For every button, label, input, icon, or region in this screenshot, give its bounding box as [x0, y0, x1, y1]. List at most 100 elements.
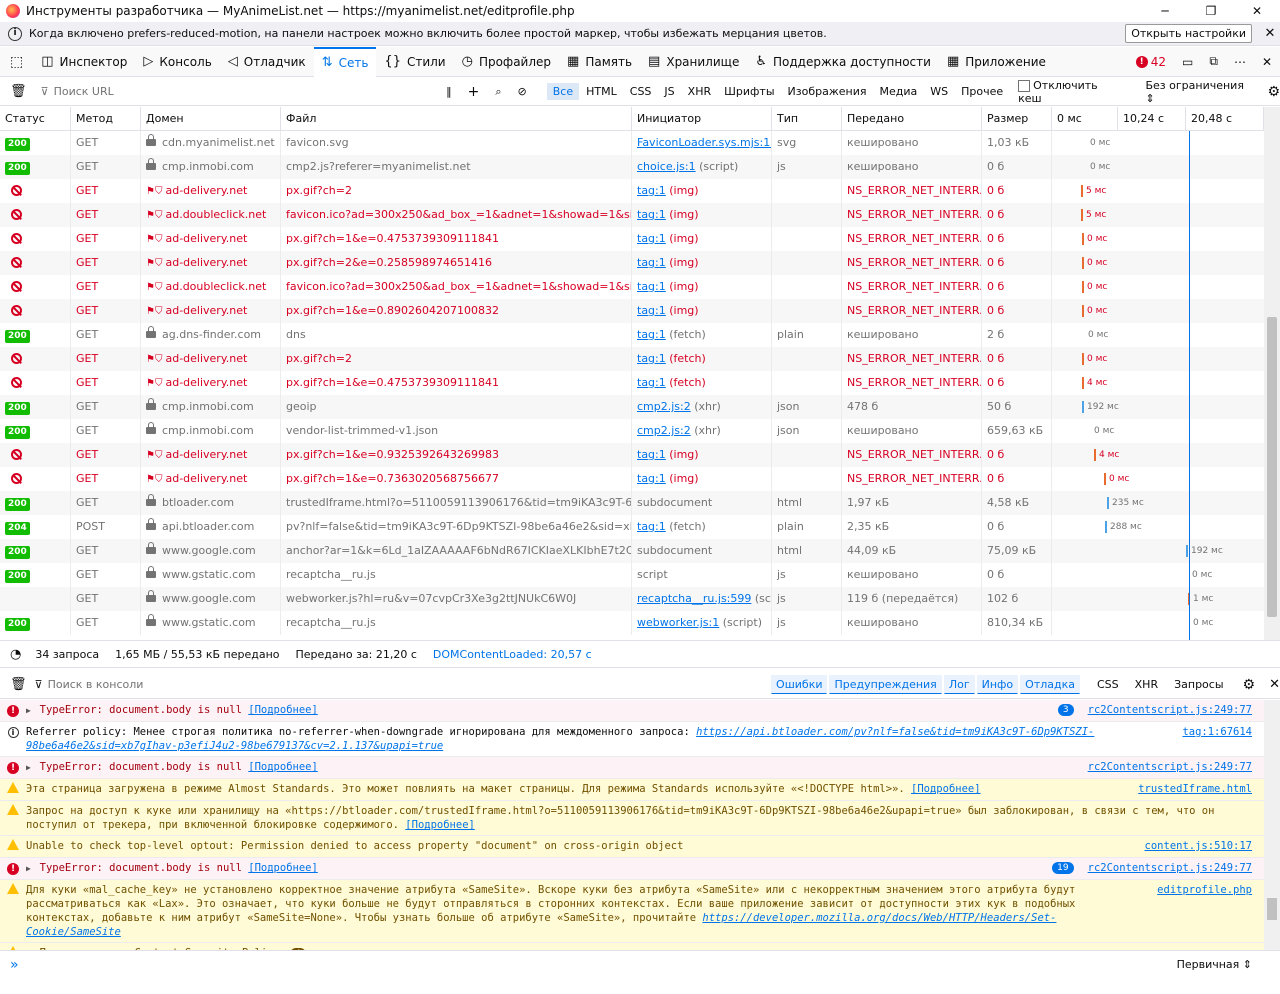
message-source-link[interactable]: trustedIframe.html [1138, 782, 1264, 797]
console-message[interactable]: Эта страница загружена в режиме Almost S… [0, 779, 1264, 801]
initiator-link[interactable]: cmp2.js:2 [637, 400, 691, 413]
expand-triangle-icon[interactable]: ▶ [26, 864, 36, 873]
initiator-link[interactable]: cmp2.js:2 [637, 424, 691, 437]
initiator-link[interactable]: tag:1 [637, 376, 666, 389]
message-source-link[interactable]: rc2Contentscript.js:249:77 [1088, 760, 1264, 775]
pause-icon[interactable]: ‖ [438, 85, 460, 98]
expand-triangle-icon[interactable]: ▶ [26, 706, 36, 715]
learn-more-link[interactable]: [Подробнее] [248, 704, 318, 716]
split-console-icon[interactable]: ▭ [1174, 47, 1201, 77]
close-console-icon[interactable]: ✕ [1269, 677, 1280, 692]
console-message[interactable]: i Referrer policy: Менее строгая политика… [0, 722, 1264, 757]
maximize-icon[interactable]: ❐ [1188, 4, 1234, 18]
console-filter-input[interactable]: Поиск в консоли [48, 678, 771, 691]
minimize-icon[interactable]: ─ [1142, 4, 1188, 18]
tab-style-editor[interactable]: {} Стили [376, 47, 453, 77]
block-icon[interactable]: ⊘ [510, 85, 535, 98]
console-input-area[interactable]: » Первичная ⇕ [0, 950, 1280, 978]
console-message[interactable]: ▶ Предупреждения Content-Security-Policy… [0, 943, 1264, 950]
message-source-link[interactable]: editprofile.php [1157, 883, 1264, 939]
filter-type-0[interactable]: Все [546, 83, 580, 100]
console-extra-2[interactable]: Запросы [1169, 675, 1228, 694]
throttle-select[interactable]: Без ограничения ⇕ [1145, 79, 1255, 105]
open-settings-button[interactable]: Открыть настройки [1125, 24, 1252, 43]
initiator-link[interactable]: tag:1 [637, 448, 666, 461]
table-row[interactable]: 200 GET www.google.com anchor?ar=1&k=6Ld_1a… [0, 539, 1264, 563]
console-message[interactable]: ! ▶ TypeError: document.body is null [Под… [0, 757, 1264, 779]
table-row[interactable]: GET ⚑⛉ ad-delivery.net px.gif?ch=1&e=0.9325… [0, 443, 1264, 467]
network-settings-icon[interactable]: ⚙ [1267, 84, 1280, 100]
table-row[interactable]: 200 GET cmp.inmobi.com vendor-list-trimmed-… [0, 419, 1264, 443]
table-row[interactable]: GET ⚑⛉ ad-delivery.net px.gif?ch=2 tag:1 (fe… [0, 347, 1264, 371]
column-header[interactable]: Тип [772, 107, 842, 131]
url-filter[interactable]: ⊽ Поиск URL [33, 85, 439, 98]
url-filter-input[interactable]: Поиск URL [54, 85, 114, 98]
column-header[interactable]: Файл [281, 107, 632, 131]
console-level-3[interactable]: Инфо [976, 675, 1019, 694]
overflow-menu-icon[interactable]: ⋯ [1226, 47, 1254, 77]
tab-inspector[interactable]: ◫ Инспектор [33, 47, 135, 77]
console-scrollbar[interactable] [1264, 700, 1280, 950]
table-row[interactable]: GET www.google.com webworker.js?hl=ru&v=07… [0, 587, 1264, 611]
initiator-link[interactable]: tag:1 [637, 520, 666, 533]
console-level-4[interactable]: Отладка [1020, 675, 1080, 694]
requests-scrollbar[interactable] [1264, 107, 1280, 640]
table-row[interactable]: 200 GET www.gstatic.com recaptcha__ru.js scr… [0, 563, 1264, 587]
column-header[interactable]: Статус [0, 107, 71, 131]
console-level-0[interactable]: Ошибки [771, 675, 828, 694]
initiator-link[interactable]: tag:1 [637, 472, 666, 485]
message-source-link[interactable]: rc2Contentscript.js:249:77 [1088, 703, 1264, 718]
console-message[interactable]: ! ▶ TypeError: document.body is null [Под… [0, 700, 1264, 722]
table-row[interactable]: GET ⚑⛉ ad-delivery.net px.gif?ch=1&e=0.4753… [0, 227, 1264, 251]
message-source-link[interactable]: content.js:510:17 [1145, 839, 1264, 854]
filter-type-3[interactable]: JS [658, 83, 680, 100]
initiator-link[interactable]: webworker.js:1 [637, 616, 719, 629]
filter-type-1[interactable]: HTML [580, 83, 623, 100]
initiator-link[interactable]: tag:1 [637, 352, 666, 365]
column-header[interactable]: Инициатор [632, 107, 772, 131]
column-header[interactable]: Домен [141, 107, 281, 131]
tab-memory[interactable]: ▦ Память [559, 47, 640, 77]
search-icon[interactable]: ⌕ [487, 85, 509, 99]
table-row[interactable]: GET ⚑⛉ ad-delivery.net px.gif?ch=1&e=0.7363… [0, 467, 1264, 491]
filter-type-8[interactable]: WS [924, 83, 954, 100]
table-row[interactable]: GET ⚑⛉ ad-delivery.net px.gif?ch=1&e=0.4753… [0, 371, 1264, 395]
filter-type-4[interactable]: XHR [682, 83, 717, 100]
tab-storage[interactable]: ▤ Хранилище [640, 47, 747, 77]
table-row[interactable]: GET ⚑⛉ ad-delivery.net px.gif?ch=1&e=0.8902… [0, 299, 1264, 323]
message-source-link[interactable]: rc2Contentscript.js:249:77 [1088, 861, 1264, 876]
tab-network[interactable]: ⇅ Сеть [313, 46, 377, 77]
column-header[interactable]: Размер [982, 107, 1052, 131]
table-row[interactable]: GET ⚑⛉ ad.doubleclick.net favicon.ico?ad=30… [0, 203, 1264, 227]
column-header[interactable]: Передано [842, 107, 982, 131]
learn-more-link[interactable]: [Подробнее] [405, 819, 475, 831]
filter-type-5[interactable]: Шрифты [718, 83, 780, 100]
disable-cache-checkbox[interactable]: Отключить кеш [1018, 79, 1123, 105]
initiator-link[interactable]: tag:1 [637, 256, 666, 269]
initiator-link[interactable]: tag:1 [637, 304, 666, 317]
column-header[interactable]: Метод [71, 107, 141, 131]
console-message[interactable]: Unable to check top-level optout: Permis… [0, 836, 1264, 858]
expand-triangle-icon[interactable]: ▶ [26, 763, 36, 772]
table-row[interactable]: GET ⚑⛉ ad-delivery.net px.gif?ch=2 tag:1 (im… [0, 179, 1264, 203]
initiator-link[interactable]: recaptcha__ru.js:599 [637, 592, 751, 605]
tab-profiler[interactable]: ◷ Профайлер [454, 47, 559, 77]
filter-type-6[interactable]: Изображения [782, 83, 873, 100]
filter-type-9[interactable]: Прочее [955, 83, 1009, 100]
console-extra-1[interactable]: XHR [1130, 675, 1163, 694]
clear-console-icon[interactable]: 🗑 [0, 677, 35, 692]
close-window-icon[interactable]: ✕ [1234, 4, 1280, 18]
dock-icon[interactable]: ⧉ [1201, 47, 1226, 77]
table-row[interactable]: 200 GET www.gstatic.com recaptcha__ru.js web… [0, 611, 1264, 635]
learn-more-link[interactable]: [Подробнее] [911, 783, 981, 795]
console-level-2[interactable]: Лог [943, 675, 975, 694]
close-devtools-icon[interactable]: ✕ [1254, 47, 1280, 77]
table-row[interactable]: 200 GET cdn.myanimelist.net favicon.svg Favi… [0, 131, 1264, 155]
performance-icon[interactable]: ◔ [10, 647, 21, 662]
element-picker-icon[interactable]: ⬚ [0, 47, 33, 77]
error-count-badge[interactable]: ! 42 [1135, 55, 1166, 69]
table-row[interactable]: GET ⚑⛉ ad.doubleclick.net favicon.ico?ad=30… [0, 275, 1264, 299]
initiator-link[interactable]: tag:1 [637, 208, 666, 221]
console-extra-0[interactable]: CSS [1092, 675, 1124, 694]
evaluation-context-select[interactable]: Первичная ⇕ [1177, 958, 1252, 971]
